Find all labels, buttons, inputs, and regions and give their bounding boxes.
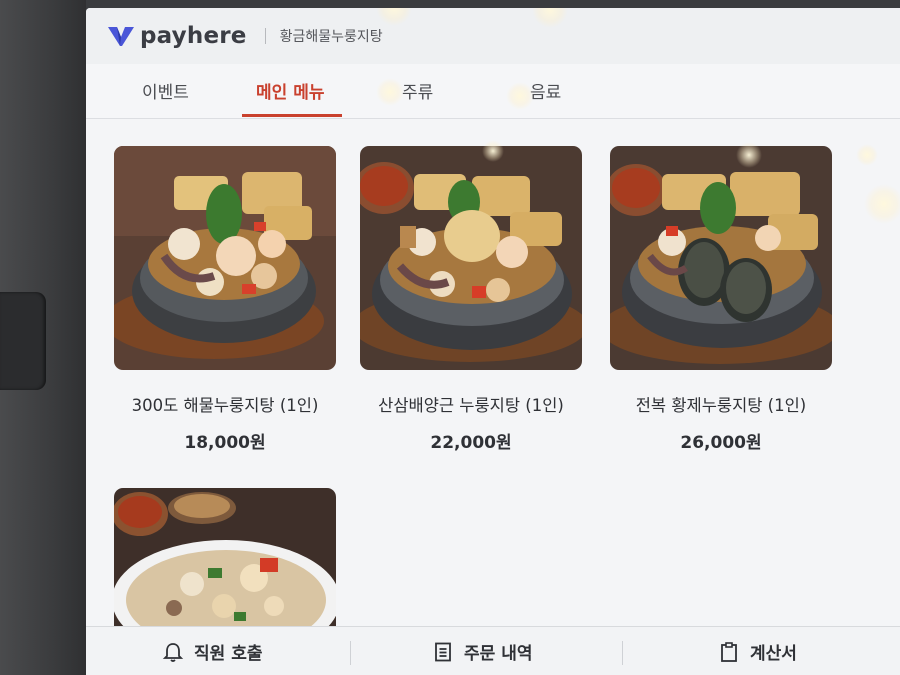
menu-item-name: 산삼배양근 누룽지탕 (1인) xyxy=(378,396,564,415)
menu-photo-3 xyxy=(610,146,832,370)
brand-name: payhere xyxy=(140,23,247,49)
menu-item-price: 22,000원 xyxy=(430,433,512,453)
clipboard-icon xyxy=(721,641,737,662)
tab-liquor[interactable]: 주류 xyxy=(402,78,433,103)
menu-photo-1 xyxy=(114,146,336,370)
menu-item-price: 18,000원 xyxy=(184,433,266,453)
order-history-label: 주문 내역 xyxy=(464,644,533,664)
light-reflection xyxy=(864,184,900,224)
payhere-logo-icon xyxy=(108,27,134,46)
store-name: 황금해물누룽지탕 xyxy=(279,29,383,45)
bottom-bar-separator xyxy=(622,641,623,665)
app-header: payhere 황금해물누룽지탕 xyxy=(86,8,900,64)
bell-icon xyxy=(162,642,184,662)
menu-photo-4 xyxy=(114,488,336,628)
receipt-list-icon xyxy=(435,642,451,661)
bottom-bar-separator xyxy=(350,641,351,665)
kiosk-screen: payhere 황금해물누룽지탕 이벤트 메인 메뉴 주류 음료 300도 해물… xyxy=(86,8,900,675)
menu-photo-2 xyxy=(360,146,582,370)
tab-main-menu[interactable]: 메인 메뉴 xyxy=(256,78,324,103)
device-side-button xyxy=(0,292,46,390)
light-reflection xyxy=(856,144,878,166)
menu-item-name: 전복 황제누룽지탕 (1인) xyxy=(635,396,807,415)
menu-item-name: 300도 해물누룽지탕 (1인) xyxy=(131,396,319,415)
menu-item-price: 26,000원 xyxy=(680,433,762,453)
order-history-button[interactable]: 주문 내역 xyxy=(432,627,532,675)
active-tab-indicator xyxy=(242,114,342,117)
call-staff-label: 직원 호출 xyxy=(194,644,263,664)
bottom-action-bar: 직원 호출 주문 내역 계산서 xyxy=(86,626,900,675)
bill-label: 계산서 xyxy=(750,644,797,664)
header-divider xyxy=(264,28,266,44)
bill-button[interactable]: 계산서 xyxy=(718,627,797,675)
category-tabs: 이벤트 메인 메뉴 주류 음료 xyxy=(86,64,900,119)
tab-drinks[interactable]: 음료 xyxy=(530,78,561,103)
call-staff-button[interactable]: 직원 호출 xyxy=(162,627,262,675)
tab-event[interactable]: 이벤트 xyxy=(142,78,189,103)
